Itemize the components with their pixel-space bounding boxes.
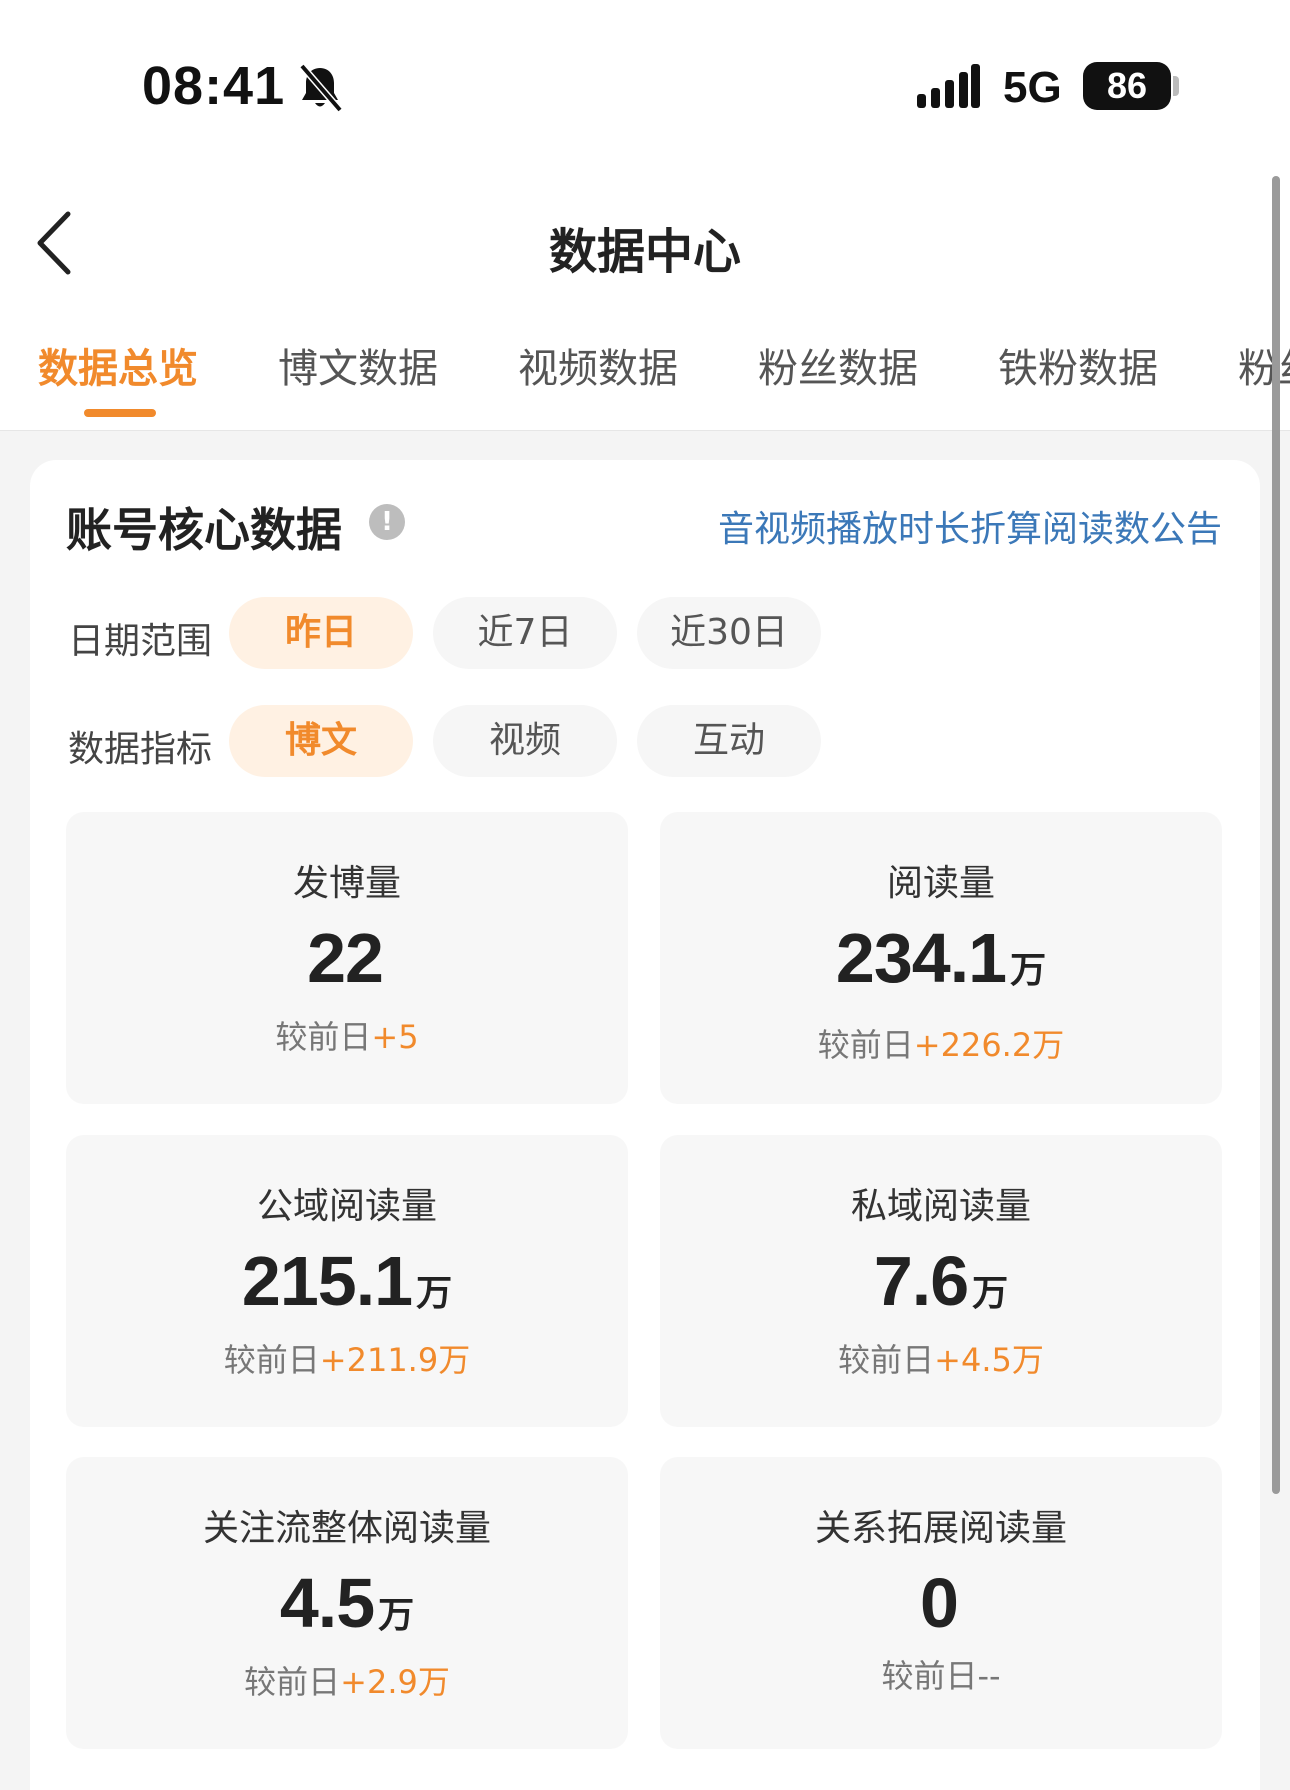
metric-value: 22 [307,919,384,997]
notice-link[interactable]: 音视频播放时长折算阅读数公告 [718,500,1222,552]
status-time: 08:41 [142,56,286,116]
network-type: 5G [1003,63,1062,112]
metric-type-label: 数据指标 [68,729,213,770]
metric-label: 关系拓展阅读量 [814,1508,1067,1549]
tab-bar: 数据总览 博文数据 视频数据 粉丝数据 铁粉数据 粉丝 [0,336,1290,396]
tab-fans-data[interactable]: 粉丝数据 [758,336,918,394]
metric-compare: 较前日-- [881,1657,1001,1695]
metric-tile-public-reads[interactable]: 公域阅读量 215.1 万 较前日+211.9万 [66,1135,628,1427]
metric-compare: 较前日+4.5万 [838,1341,1044,1379]
metric-compare: 较前日+2.9万 [244,1663,450,1701]
data-center-page: 08:41 5G 86 数据中心 数据总览 博文数据 视频数据 粉丝数据 铁粉数… [0,0,1290,1790]
metric-option-video[interactable]: 视频 [433,705,617,777]
metric-value: 4.5 万 [279,1564,415,1642]
date-option-30days[interactable]: 近30日 [637,597,821,669]
page-title: 数据中心 [548,224,741,280]
metric-compare: 较前日+211.9万 [223,1341,471,1379]
metric-option-posts[interactable]: 博文 [229,705,413,777]
date-range-label: 日期范围 [68,621,213,662]
active-tab-indicator [84,409,156,417]
metric-option-interaction[interactable]: 互动 [637,705,821,777]
metric-label: 公域阅读量 [256,1186,437,1227]
metric-label: 阅读量 [886,863,995,904]
date-option-yesterday[interactable]: 昨日 [229,597,413,669]
tab-post-data[interactable]: 博文数据 [278,336,438,394]
tab-overview[interactable]: 数据总览 [38,336,198,394]
metric-tile-follow-feed-reads[interactable]: 关注流整体阅读量 4.5 万 较前日+2.9万 [66,1457,628,1749]
metric-value: 0 [920,1564,959,1642]
battery-tip [1173,76,1179,96]
tab-iron-fans-data[interactable]: 铁粉数据 [998,336,1158,394]
metric-label: 关注流整体阅读量 [202,1508,491,1549]
battery-level: 86 [1083,62,1171,110]
card-title: 账号核心数据 [66,503,342,557]
tab-fans-partial[interactable]: 粉丝 [1238,336,1290,394]
metric-tile-posts[interactable]: 发博量 22 较前日+5 [66,812,628,1104]
metric-compare: 较前日+226.2万 [817,1026,1065,1064]
bell-slash-icon [299,63,343,113]
date-option-7days[interactable]: 近7日 [433,597,617,669]
metric-value: 215.1 万 [241,1242,453,1320]
metric-tile-relation-reads[interactable]: 关系拓展阅读量 0 较前日-- [660,1457,1222,1749]
scrollbar[interactable] [1272,176,1280,1494]
metric-compare: 较前日+5 [275,1018,419,1056]
metric-label: 发博量 [292,863,401,904]
metric-tile-reads[interactable]: 阅读量 234.1 万 较前日+226.2万 [660,812,1222,1104]
signal-icon [917,64,980,108]
metric-tile-private-reads[interactable]: 私域阅读量 7.6 万 较前日+4.5万 [660,1135,1222,1427]
metric-value: 7.6 万 [873,1242,1009,1320]
metric-value: 234.1 万 [835,919,1047,997]
metric-label: 私域阅读量 [850,1186,1031,1227]
tab-video-data[interactable]: 视频数据 [518,336,678,394]
info-icon[interactable]: ! [369,504,405,540]
